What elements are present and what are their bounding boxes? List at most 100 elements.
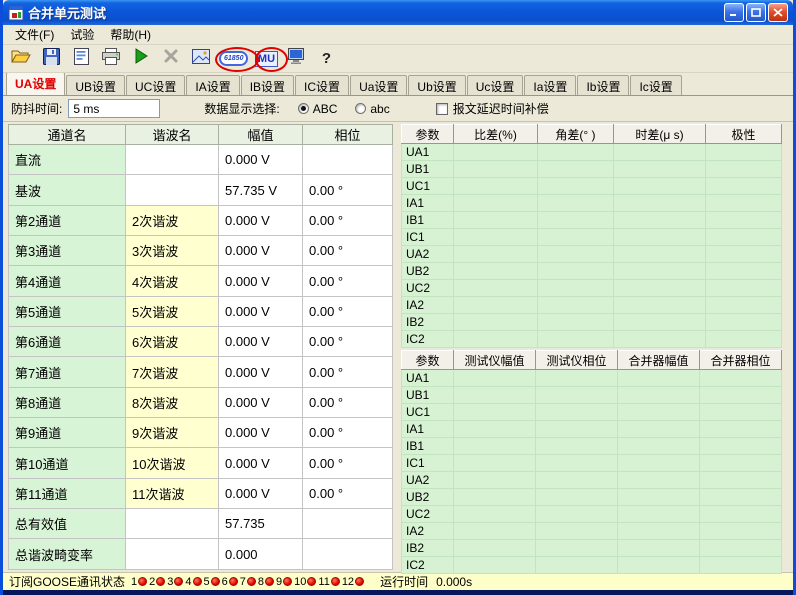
harmonic-table-row[interactable]: 第7通道7次谐波0.000 V0.00 ° <box>9 357 393 387</box>
help-button[interactable]: ? <box>314 47 338 71</box>
harmonic-table-row[interactable]: 第5通道5次谐波0.000 V0.00 ° <box>9 296 393 326</box>
param-row-UA2[interactable]: UA2 <box>402 246 782 263</box>
param-row-UB1[interactable]: UB1 <box>402 387 782 404</box>
harmonic-table-row[interactable]: 第4通道4次谐波0.000 V0.00 ° <box>9 266 393 296</box>
col-header-phase[interactable]: 相位 <box>303 125 393 145</box>
save-button[interactable] <box>39 47 63 71</box>
param-row-UC2[interactable]: UC2 <box>402 280 782 297</box>
col-header-ratio-error[interactable]: 比差(%) <box>454 125 538 144</box>
radio-abc-upper[interactable]: ABC <box>298 102 338 116</box>
harmonic-table-row[interactable]: 第6通道6次谐波0.000 V0.00 ° <box>9 327 393 357</box>
mu-button[interactable]: MU <box>254 47 278 71</box>
tab-IB设置[interactable]: IB设置 <box>241 75 294 95</box>
param-row-UC1[interactable]: UC1 <box>402 404 782 421</box>
param-row-IB1[interactable]: IB1 <box>402 212 782 229</box>
param-row-UA1[interactable]: UA1 <box>402 370 782 387</box>
tab-IC设置[interactable]: IC设置 <box>295 75 349 95</box>
stop-button[interactable] <box>159 47 183 71</box>
tab-UA设置[interactable]: UA设置 <box>6 72 65 95</box>
tab-Ub设置[interactable]: Ub设置 <box>408 75 465 95</box>
param-row-IA1[interactable]: IA1 <box>402 195 782 212</box>
tab-Ua设置[interactable]: Ua设置 <box>350 75 407 95</box>
param-row-IC1[interactable]: IC1 <box>402 229 782 246</box>
menu-file[interactable]: 文件(F) <box>7 24 62 45</box>
harmonic-table-row[interactable]: 直流0.000 V <box>9 145 393 175</box>
col-header-polarity[interactable]: 极性 <box>706 125 782 144</box>
col-header-time-error[interactable]: 时差(μ s) <box>614 125 706 144</box>
col-header-param[interactable]: 参数 <box>402 125 454 144</box>
col-header-tester-amplitude[interactable]: 测试仪幅值 <box>454 351 536 370</box>
harmonic-table-row[interactable]: 第11通道11次谐波0.000 V0.00 ° <box>9 478 393 508</box>
param-value-cell <box>538 246 614 263</box>
param-value-cell <box>618 370 700 387</box>
minimize-button[interactable] <box>724 3 744 22</box>
col-header-channel[interactable]: 通道名 <box>9 125 126 145</box>
param-row-IB1[interactable]: IB1 <box>402 438 782 455</box>
col-header-tester-phase[interactable]: 测试仪相位 <box>536 351 618 370</box>
debounce-time-input[interactable] <box>68 99 160 118</box>
param-row-UA1[interactable]: UA1 <box>402 144 782 161</box>
param-value-cell <box>454 297 538 314</box>
col-header-amplitude[interactable]: 幅值 <box>219 125 303 145</box>
param-row-UC2[interactable]: UC2 <box>402 506 782 523</box>
param-row-IA1[interactable]: IA1 <box>402 421 782 438</box>
report-button[interactable] <box>69 47 93 71</box>
param-row-IB2[interactable]: IB2 <box>402 540 782 557</box>
col-header-angle-error[interactable]: 角差(° ) <box>538 125 614 144</box>
param-row-IA2[interactable]: IA2 <box>402 297 782 314</box>
col-header-param2[interactable]: 参数 <box>402 351 454 370</box>
param-row-UB2[interactable]: UB2 <box>402 489 782 506</box>
col-header-merger-amplitude[interactable]: 合并器幅值 <box>618 351 700 370</box>
param-value-cell <box>454 331 538 348</box>
runtime-value: 0.000s <box>436 575 472 589</box>
col-header-harmonic[interactable]: 谐波名 <box>126 125 219 145</box>
close-button[interactable] <box>768 3 788 22</box>
print-button[interactable] <box>99 47 123 71</box>
harmonic-table-row[interactable]: 总有效值57.735 <box>9 509 393 539</box>
amplitude-cell: 0.000 V <box>219 418 303 448</box>
param-row-IC2[interactable]: IC2 <box>402 331 782 348</box>
param-row-IC2[interactable]: IC2 <box>402 557 782 574</box>
goose-channel-4: 4 <box>185 576 201 588</box>
param-row-UB1[interactable]: UB1 <box>402 161 782 178</box>
harmonic-table-row[interactable]: 总谐波畸变率0.000 <box>9 539 393 570</box>
param-row-IB2[interactable]: IB2 <box>402 314 782 331</box>
harmonic-table-row[interactable]: 第9通道9次谐波0.000 V0.00 ° <box>9 418 393 448</box>
monitor-button[interactable] <box>284 47 308 71</box>
harmonic-table-row[interactable]: 基波57.735 V0.00 ° <box>9 175 393 205</box>
param-row-UA2[interactable]: UA2 <box>402 472 782 489</box>
param-row-IC1[interactable]: IC1 <box>402 455 782 472</box>
tab-Uc设置[interactable]: Uc设置 <box>467 75 524 95</box>
message-monitor-button[interactable] <box>189 47 213 71</box>
harmonic-cell: 9次谐波 <box>126 418 219 448</box>
param-row-IA2[interactable]: IA2 <box>402 523 782 540</box>
param-value-cell <box>454 421 536 438</box>
open-button[interactable] <box>9 47 33 71</box>
tab-Ib设置[interactable]: Ib设置 <box>577 75 629 95</box>
tab-Ic设置[interactable]: Ic设置 <box>630 75 681 95</box>
menu-test[interactable]: 试验 <box>62 24 102 45</box>
title-bar[interactable]: 合并单元测试 <box>3 0 793 25</box>
run-button[interactable] <box>129 47 153 71</box>
harmonic-table-row[interactable]: 第8通道8次谐波0.000 V0.00 ° <box>9 387 393 417</box>
tab-Ia设置[interactable]: Ia设置 <box>524 75 576 95</box>
col-header-merger-phase[interactable]: 合并器相位 <box>700 351 782 370</box>
harmonic-table-row[interactable]: 第2通道2次谐波0.000 V0.00 ° <box>9 205 393 235</box>
radio-abc-lower[interactable]: abc <box>355 102 389 116</box>
param-value-cell <box>536 540 618 557</box>
maximize-button[interactable] <box>746 3 766 22</box>
mu-badge-icon: MU <box>255 51 278 67</box>
delay-compensation-checkbox[interactable]: 报文延迟时间补偿 <box>436 100 549 117</box>
tab-UB设置[interactable]: UB设置 <box>66 75 125 95</box>
tab-UC设置[interactable]: UC设置 <box>126 75 185 95</box>
harmonic-table-row[interactable]: 第3通道3次谐波0.000 V0.00 ° <box>9 236 393 266</box>
param-row-UC1[interactable]: UC1 <box>402 178 782 195</box>
tab-IA设置[interactable]: IA设置 <box>186 75 239 95</box>
menu-help[interactable]: 帮助(H) <box>102 24 159 45</box>
param-row-UB2[interactable]: UB2 <box>402 263 782 280</box>
harmonic-table-row[interactable]: 第10通道10次谐波0.000 V0.00 ° <box>9 448 393 478</box>
harmonic-table-body: 直流0.000 V基波57.735 V0.00 °第2通道2次谐波0.000 V… <box>9 145 393 570</box>
save-floppy-icon <box>43 48 60 70</box>
iec61850-button[interactable]: 61850 <box>219 47 248 71</box>
harmonic-cell: 11次谐波 <box>126 478 219 508</box>
